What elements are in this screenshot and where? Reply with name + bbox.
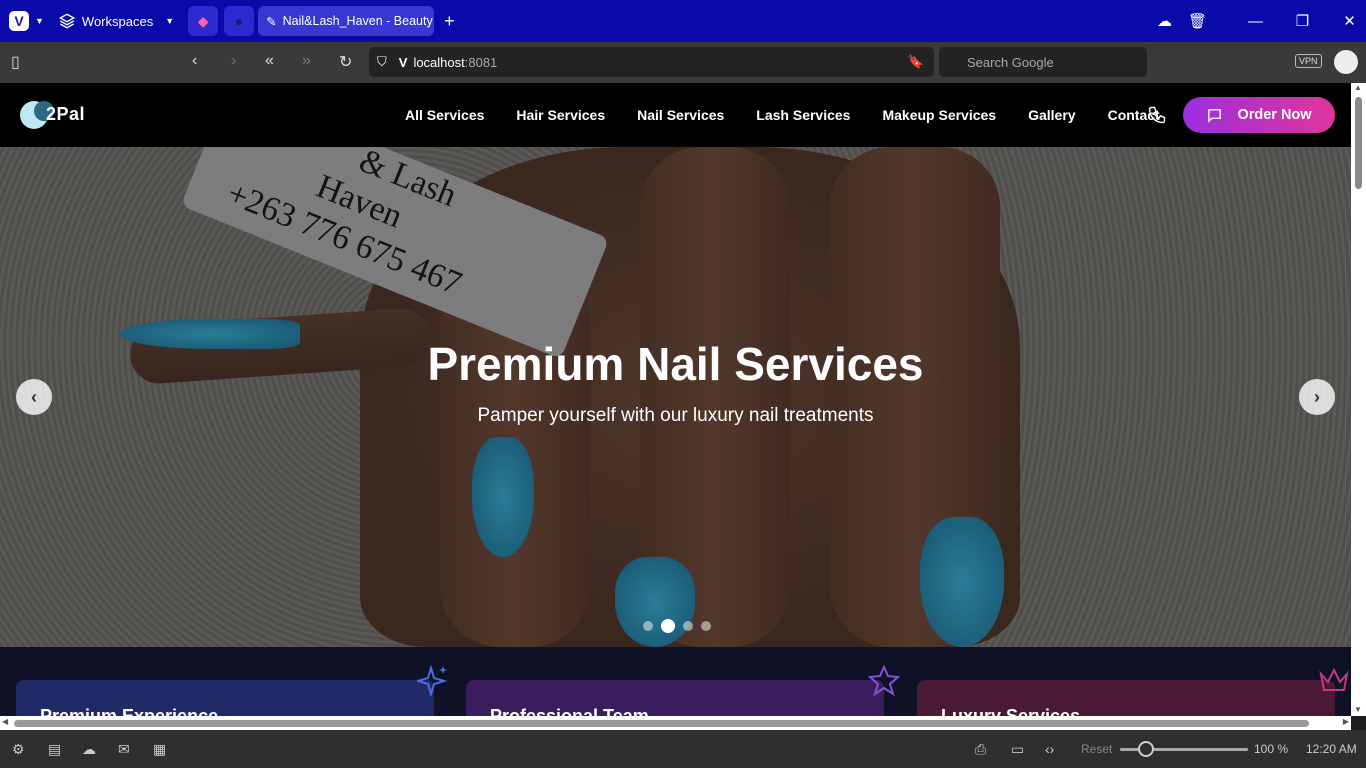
zoom-reset-button[interactable]: Reset xyxy=(1081,742,1112,756)
zoom-level: 100 % xyxy=(1254,742,1289,756)
logo-text: 2Pal xyxy=(46,104,86,124)
cloud-icon[interactable]: ☁ xyxy=(1148,12,1181,30)
settings-icon[interactable]: ⚙ xyxy=(12,741,25,758)
feature-card-premium: Premium Experience xyxy=(16,680,434,716)
scroll-down-icon[interactable]: ▼ xyxy=(1354,705,1362,714)
nav-lash-services[interactable]: Lash Services xyxy=(756,107,850,123)
feature-card-team: Professional Team xyxy=(466,680,884,716)
hero-overlay xyxy=(0,147,1351,647)
tab-bar: V ▼ Workspaces ▼ ◆ ● ✎ Nail&Lash_Haven -… xyxy=(0,0,1366,42)
hero-subtitle: Pamper yourself with our luxury nail tre… xyxy=(477,405,874,426)
layers-icon xyxy=(58,13,76,29)
url-port: :8081 xyxy=(464,54,498,70)
sidebar-toggle-icon[interactable]: ▯ xyxy=(11,52,20,72)
scrollbar-thumb[interactable] xyxy=(14,720,1309,727)
window-controls: ☁ 🗑 — ❐ ✕ xyxy=(1148,0,1366,42)
code-icon[interactable]: ‹› xyxy=(1045,741,1054,757)
chevron-down-icon[interactable]: ▼ xyxy=(35,16,44,26)
trash-icon[interactable]: 🗑 xyxy=(1181,12,1214,30)
nav-nail-services[interactable]: Nail Services xyxy=(637,107,724,123)
new-tab-button[interactable]: + xyxy=(444,11,455,32)
profile-avatar[interactable] xyxy=(1334,50,1358,74)
carousel-dot[interactable] xyxy=(643,621,653,631)
vertical-scrollbar[interactable]: ▲ ▼ xyxy=(1351,83,1366,716)
close-button[interactable]: ✕ xyxy=(1333,12,1366,30)
search-placeholder: Search Google xyxy=(967,54,1054,70)
nav-makeup-services[interactable]: Makeup Services xyxy=(882,107,996,123)
vpn-button[interactable]: VPN xyxy=(1295,54,1322,68)
vivaldi-menu-button[interactable]: V xyxy=(9,11,29,31)
features-section: Premium Experience Professional Team Lux… xyxy=(0,647,1351,716)
phone-icon[interactable] xyxy=(1147,105,1167,125)
site-menu: All Services Hair Services Nail Services… xyxy=(405,83,1192,147)
mail-icon[interactable]: ✉ xyxy=(118,741,130,758)
hero-carousel: & Lash Haven +263 776 675 467 Premium Na… xyxy=(0,147,1351,647)
forward-button[interactable]: › xyxy=(231,52,236,70)
address-toolbar: ▯ ‹ › « » ↻ ⛉ V localhost:8081 🔖 Search … xyxy=(0,42,1366,83)
tab-title: Nail&Lash_Haven - Beauty xyxy=(282,14,433,28)
url-field[interactable]: ⛉ V localhost:8081 🔖 xyxy=(369,47,934,77)
status-bar: ⚙ ▤ ☁ ✉ ▦ ⎙ ▭ ‹› Reset 100 % 12:20 AM xyxy=(0,730,1366,768)
scroll-left-icon[interactable]: ◀ xyxy=(2,717,8,726)
tab-active[interactable]: ✎ Nail&Lash_Haven - Beauty xyxy=(258,6,435,36)
site-logo[interactable]: 2Pal xyxy=(20,99,100,131)
restore-button[interactable]: ❐ xyxy=(1286,12,1319,30)
horizontal-scrollbar[interactable]: ◀ ▶ xyxy=(0,716,1351,730)
nav-all-services[interactable]: All Services xyxy=(405,107,484,123)
camera-icon[interactable]: ⎙ xyxy=(975,741,986,758)
reload-button[interactable]: ↻ xyxy=(339,52,352,72)
order-now-button[interactable]: Order Now xyxy=(1183,97,1335,133)
panel-icon[interactable]: ▤ xyxy=(48,741,61,758)
vivaldi-icon: V xyxy=(398,54,408,70)
scroll-up-icon[interactable]: ▲ xyxy=(1354,83,1362,92)
sparkles-icon xyxy=(417,664,448,696)
back-button[interactable]: ‹ xyxy=(192,52,197,70)
clock: 12:20 AM xyxy=(1306,742,1357,756)
feature-card-luxury: Luxury Services xyxy=(917,680,1335,716)
app-icon: ◆ xyxy=(197,12,209,29)
search-input[interactable]: Search Google xyxy=(939,47,1147,77)
star-icon xyxy=(868,664,900,696)
carousel-dot[interactable] xyxy=(701,621,711,631)
chat-icon xyxy=(1208,108,1222,123)
chevron-down-icon: ▼ xyxy=(165,16,175,26)
zoom-slider-handle[interactable] xyxy=(1138,741,1154,757)
crown-icon xyxy=(1319,667,1349,691)
workspaces-button[interactable]: Workspaces ▼ xyxy=(58,12,174,30)
rewind-button[interactable]: « xyxy=(265,52,274,70)
pinned-tab-2[interactable]: ● xyxy=(224,6,255,36)
scrollbar-thumb[interactable] xyxy=(1355,97,1362,189)
feature-title: Professional Team xyxy=(490,706,649,716)
github-icon: ● xyxy=(234,13,244,29)
workspaces-label: Workspaces xyxy=(81,13,154,29)
carousel-prev-button[interactable]: ‹ xyxy=(16,379,52,415)
feature-title: Luxury Services xyxy=(941,706,1081,716)
order-now-label: Order Now xyxy=(1237,107,1312,123)
pinned-tab-1[interactable]: ◆ xyxy=(188,6,219,36)
fast-forward-button[interactable]: » xyxy=(302,52,311,70)
carousel-next-button[interactable]: › xyxy=(1299,379,1335,415)
sync-cloud-icon[interactable]: ☁ xyxy=(82,741,96,758)
calendar-icon[interactable]: ▦ xyxy=(153,741,166,758)
window-icon[interactable]: ▭ xyxy=(1011,741,1024,758)
shield-icon[interactable]: ⛉ xyxy=(377,54,387,70)
nav-gallery[interactable]: Gallery xyxy=(1028,107,1075,123)
carousel-dot-active[interactable] xyxy=(661,619,675,633)
url-host: localhost xyxy=(413,54,465,70)
site-navbar: 2Pal All Services Hair Services Nail Ser… xyxy=(0,83,1351,147)
page-viewport: 2Pal All Services Hair Services Nail Ser… xyxy=(0,83,1351,716)
brush-icon: ✎ xyxy=(266,14,277,29)
carousel-dot[interactable] xyxy=(683,621,693,631)
browser-window: V ▼ Workspaces ▼ ◆ ● ✎ Nail&Lash_Haven -… xyxy=(0,0,1366,768)
nav-hair-services[interactable]: Hair Services xyxy=(516,107,605,123)
scroll-right-icon[interactable]: ▶ xyxy=(1343,717,1349,726)
minimize-button[interactable]: — xyxy=(1239,13,1272,30)
hero-title: Premium Nail Services xyxy=(427,338,924,390)
carousel-indicators xyxy=(643,619,711,633)
bookmark-icon[interactable]: 🔖 xyxy=(908,54,924,70)
feature-title: Premium Experience xyxy=(40,706,219,716)
